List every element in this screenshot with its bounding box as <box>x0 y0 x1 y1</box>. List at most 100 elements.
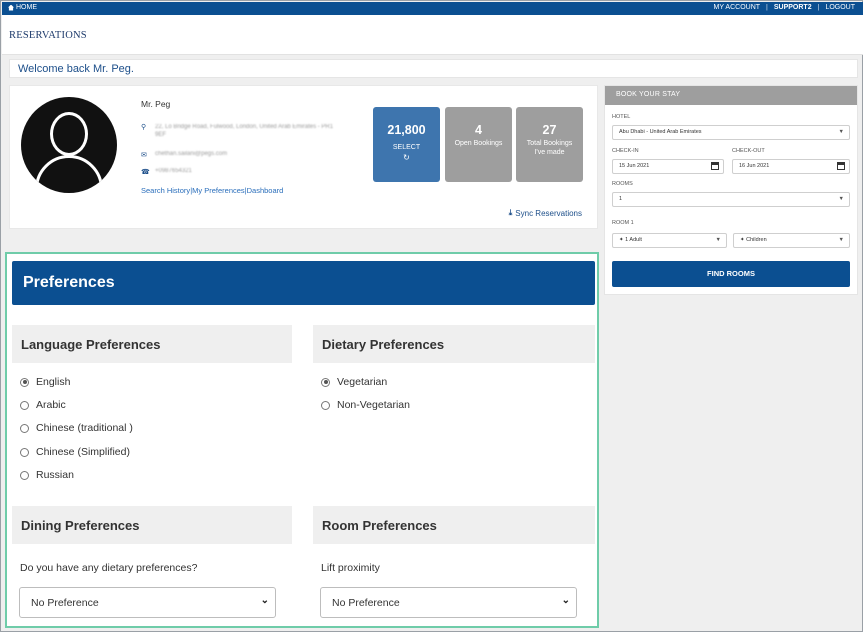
stat-open-label: Open Bookings <box>454 140 503 147</box>
radio-label: Vegetarian <box>337 376 388 388</box>
calendar-icon[interactable] <box>711 162 719 170</box>
profile-name: Mr. Peg <box>141 99 171 109</box>
my-account-link[interactable]: MY ACCOUNT <box>714 4 761 11</box>
checkout-input[interactable]: 16 Jun 2021 <box>732 159 850 174</box>
stat-points-label: SELECT <box>392 144 421 151</box>
stat-open-value: 4 <box>475 123 482 137</box>
home-link[interactable]: HOME <box>8 4 37 11</box>
user-head-icon <box>50 112 88 156</box>
find-rooms-button[interactable]: FIND ROOMS <box>612 261 850 287</box>
checkin-value: 15 Jun 2021 <box>619 163 650 169</box>
language-radio-russian[interactable]: Russian <box>20 469 74 481</box>
checkout-value: 16 Jun 2021 <box>739 163 770 169</box>
hotel-value: Abu Dhabi - United Arab Emirates <box>619 129 702 135</box>
chevron-down-icon: ▼ <box>838 237 844 243</box>
dietary-preferences-heading: Dietary Preferences <box>313 325 595 363</box>
adults-value: 1 Adult <box>625 237 642 243</box>
dietary-radio-vegetarian[interactable]: Vegetarian <box>321 376 387 388</box>
dashboard-link[interactable]: Dashboard <box>247 186 284 195</box>
radio-selected-icon[interactable] <box>20 377 29 387</box>
profile-links: Search History|My Preferences|Dashboard <box>141 186 283 195</box>
radio-icon[interactable] <box>20 400 29 410</box>
adult-person-icon: ✦ <box>619 237 624 243</box>
language-radio-chinese-simplified[interactable]: Chinese (Simplified) <box>20 446 130 458</box>
rooms-value: 1 <box>619 196 623 202</box>
dining-preference-select[interactable]: No Preference ⌄ <box>19 587 276 618</box>
site-logo[interactable]: RESERVATIONS <box>9 30 87 41</box>
user-link[interactable]: SUPPORT2 <box>774 4 812 11</box>
language-radio-arabic[interactable]: Arabic <box>20 399 66 411</box>
radio-icon[interactable] <box>20 470 29 480</box>
rooms-select[interactable]: 1 ▼ <box>612 192 850 207</box>
hotel-label: HOTEL <box>612 114 631 120</box>
dining-question: Do you have any dietary preferences? <box>20 562 198 574</box>
welcome-message: Welcome back Mr. Peg. <box>9 59 858 78</box>
radio-label: English <box>36 376 71 388</box>
children-value: Children <box>746 237 767 243</box>
location-pin-icon: ⚲ <box>141 124 147 131</box>
room-preferences-heading: Room Preferences <box>313 506 595 544</box>
search-history-link[interactable]: Search History <box>141 186 190 195</box>
envelope-icon: ✉ <box>141 152 147 159</box>
radio-selected-icon[interactable] <box>321 377 330 387</box>
avatar <box>21 97 117 193</box>
room-preference-select[interactable]: No Preference ⌄ <box>320 587 577 618</box>
chevron-down-icon: ⌄ <box>561 595 570 606</box>
dining-preferences-heading: Dining Preferences <box>12 506 292 544</box>
hotel-select[interactable]: Abu Dhabi - United Arab Emirates ▼ <box>612 125 850 140</box>
home-icon <box>8 4 14 11</box>
chevron-down-icon: ▼ <box>838 196 844 202</box>
preferences-title: Preferences <box>12 261 595 305</box>
stat-total-label: Total Bookings I've made <box>526 140 573 156</box>
header: RESERVATIONS <box>2 15 863 55</box>
profile-phone: +0987654321 <box>155 168 192 174</box>
chevron-down-icon: ⌄ <box>260 595 269 606</box>
refresh-icon[interactable]: ↻ <box>373 153 440 162</box>
radio-label: Russian <box>36 469 74 481</box>
sync-reservations-link[interactable]: ⤓ Sync Reservations <box>509 208 582 218</box>
book-panel-title: BOOK YOUR STAY <box>605 86 857 105</box>
top-nav-bar: HOME MY ACCOUNT | SUPPORT2 | LOGOUT <box>2 2 863 15</box>
language-preferences-heading: Language Preferences <box>12 325 292 363</box>
download-icon: ⤓ <box>508 208 513 217</box>
room-select-value: No Preference <box>332 597 400 609</box>
stat-open-bookings[interactable]: 4 Open Bookings <box>445 107 512 182</box>
checkin-input[interactable]: 15 Jun 2021 <box>612 159 724 174</box>
my-preferences-link[interactable]: My Preferences <box>192 186 245 195</box>
profile-address-row: ⚲ 22, Lo Bridge Road, Fulwood, London, U… <box>141 123 345 139</box>
language-radio-english[interactable]: English <box>20 376 70 388</box>
radio-label: Chinese (Simplified) <box>36 446 130 458</box>
rooms-label: ROOMS <box>612 181 633 187</box>
profile-address: 22, Lo Bridge Road, Fulwood, London, Uni… <box>155 124 334 138</box>
profile-phone-row: ☎ +0987654321 <box>141 168 192 176</box>
radio-icon[interactable] <box>20 423 29 433</box>
app-window: HOME MY ACCOUNT | SUPPORT2 | LOGOUT RESE… <box>0 0 863 632</box>
stat-points[interactable]: 21,800 SELECT ↻ <box>373 107 440 182</box>
home-label: HOME <box>16 4 37 11</box>
radio-icon[interactable] <box>321 400 330 410</box>
profile-email-row: ✉ chethan.sailani@pegs.com <box>141 151 227 159</box>
phone-icon: ☎ <box>141 169 150 176</box>
chevron-down-icon: ▼ <box>838 129 844 135</box>
nav-divider: | <box>766 4 768 11</box>
stat-total-bookings[interactable]: 27 Total Bookings I've made <box>516 107 583 182</box>
profile-card: Mr. Peg ⚲ 22, Lo Bridge Road, Fulwood, L… <box>9 85 598 229</box>
dietary-radio-non-vegetarian[interactable]: Non-Vegetarian <box>321 399 410 411</box>
chevron-down-icon: ▼ <box>715 237 721 243</box>
dining-select-value: No Preference <box>31 597 99 609</box>
stat-total-value: 27 <box>542 123 557 137</box>
checkout-label: CHECK-OUT <box>732 148 765 154</box>
nav-divider: | <box>817 4 820 11</box>
calendar-icon[interactable] <box>837 162 845 170</box>
adults-select[interactable]: ✦ 1 Adult ▼ <box>612 233 727 248</box>
stat-points-value: 21,800 <box>387 123 426 137</box>
language-radio-chinese-traditional[interactable]: Chinese (traditional ) <box>20 422 133 434</box>
child-person-icon: ✦ <box>740 237 745 243</box>
checkin-label: CHECK-IN <box>612 148 639 154</box>
logout-link[interactable]: LOGOUT <box>825 4 855 11</box>
children-select[interactable]: ✦ Children ▼ <box>733 233 850 248</box>
radio-label: Arabic <box>36 399 66 411</box>
radio-label: Chinese (traditional ) <box>36 422 133 434</box>
radio-icon[interactable] <box>20 447 29 457</box>
room1-label: ROOM 1 <box>612 220 634 226</box>
